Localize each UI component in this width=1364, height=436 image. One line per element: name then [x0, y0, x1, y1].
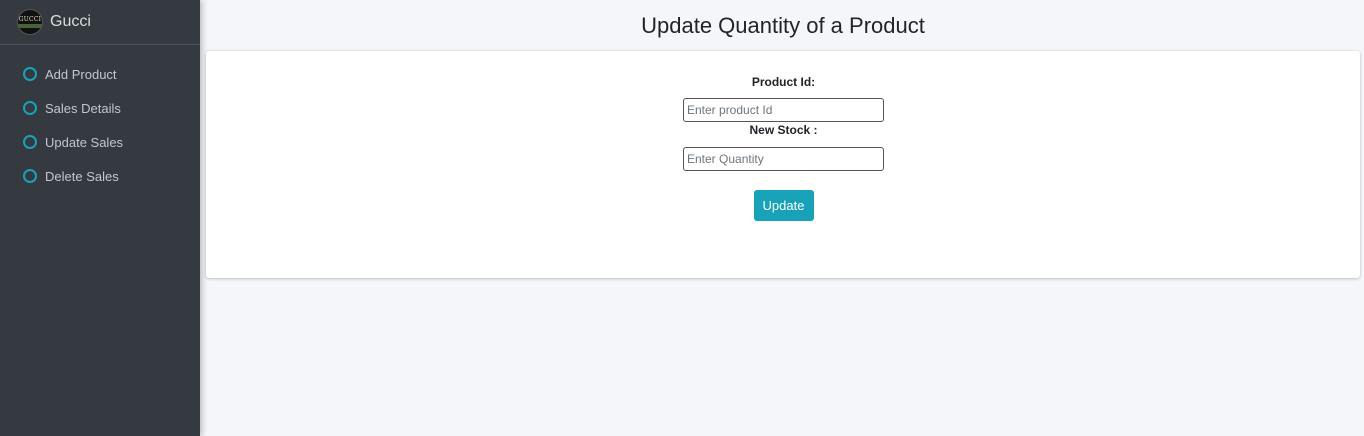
circle-outline-icon [23, 67, 37, 81]
sidebar-nav: Add Product Sales Details Update Sales D… [0, 45, 200, 193]
brand-name: Gucci [50, 13, 91, 30]
brand-link[interactable]: GUCCI Gucci [0, 0, 200, 45]
sidebar-item-label: Add Product [45, 66, 117, 82]
main-content: Update Quantity of a Product Product Id:… [206, 0, 1360, 278]
page-title: Update Quantity of a Product [641, 13, 925, 38]
update-button[interactable]: Update [753, 190, 814, 221]
circle-outline-icon [23, 135, 37, 149]
sidebar-item-update-sales[interactable]: Update Sales [0, 125, 200, 159]
new-stock-input[interactable] [683, 147, 884, 171]
product-id-label: Product Id: [751, 75, 816, 89]
product-id-input[interactable] [683, 98, 884, 122]
brand-logo: GUCCI [17, 9, 43, 35]
sidebar-item-label: Sales Details [45, 100, 121, 116]
circle-outline-icon [23, 101, 37, 115]
circle-outline-icon [23, 169, 37, 183]
sidebar-item-delete-sales[interactable]: Delete Sales [0, 159, 200, 193]
sidebar-item-label: Delete Sales [45, 168, 119, 184]
sidebar: GUCCI Gucci Add Product Sales Details Up… [0, 0, 200, 436]
sidebar-item-label: Update Sales [45, 134, 124, 150]
logo-stripe [18, 24, 42, 28]
sidebar-item-add-product[interactable]: Add Product [0, 57, 200, 91]
update-quantity-form: Product Id: New Stock : Update [683, 51, 884, 221]
new-stock-label: New Stock : [749, 123, 818, 137]
sidebar-item-sales-details[interactable]: Sales Details [0, 91, 200, 125]
form-card: Product Id: New Stock : Update [206, 51, 1360, 278]
logo-text: GUCCI [18, 16, 42, 23]
